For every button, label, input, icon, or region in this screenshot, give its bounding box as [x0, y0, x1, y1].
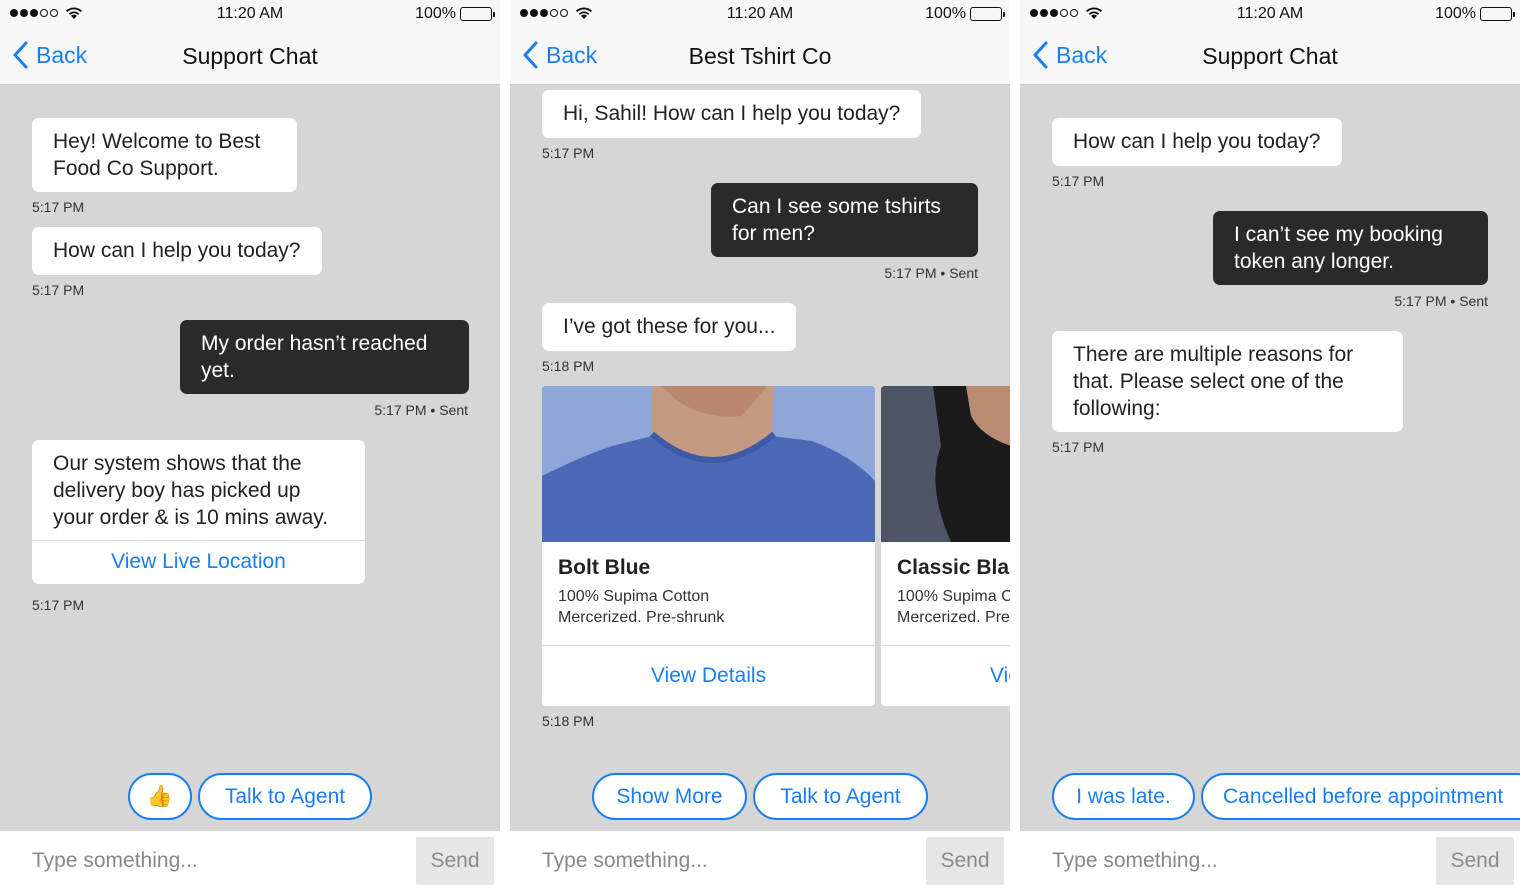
- bot-message: I’ve got these for you...: [542, 303, 797, 351]
- user-message: My order hasn’t reached yet.: [180, 320, 469, 394]
- battery-percent: 100%: [925, 5, 966, 22]
- view-details-button[interactable]: View Details: [881, 646, 1010, 688]
- product-description: 100% Supima Cotton Mercerized. Pre-shrun…: [897, 588, 1010, 626]
- status-bar: 11:20 AM 100%: [1020, 0, 1520, 28]
- product-name: Classic Black: [897, 556, 1010, 579]
- message-timestamp: 5:18 PM: [542, 713, 595, 729]
- show-more-chip[interactable]: Show More: [592, 773, 747, 820]
- product-name: Bolt Blue: [558, 556, 651, 579]
- message-input[interactable]: [1020, 831, 1430, 890]
- chat-title: Support Chat: [1202, 43, 1338, 69]
- battery-indicator: 100%: [1435, 5, 1515, 23]
- bot-message: There are multiple reasons for that. Ple…: [1052, 331, 1403, 432]
- send-button[interactable]: Send: [1436, 837, 1514, 885]
- bot-message: How can I help you today?: [32, 227, 322, 275]
- nav-bar: Back Support Chat: [1020, 28, 1520, 85]
- product-card[interactable]: Classic Black 100% Supima Cotton Merceri…: [881, 386, 1010, 706]
- user-message: Can I see some tshirts for men?: [711, 183, 978, 257]
- bot-message: Hi, Sahil! How can I help you today?: [542, 90, 922, 138]
- message-timestamp: 5:17 PM: [32, 199, 85, 215]
- send-button[interactable]: Send: [926, 837, 1004, 885]
- battery-icon: [1480, 7, 1515, 21]
- thumbs-up-icon: 👍: [146, 784, 174, 808]
- battery-percent: 100%: [415, 5, 456, 22]
- battery-indicator: 100%: [415, 5, 495, 23]
- product-image-bolt-blue: [542, 386, 875, 542]
- message-timestamp-sent: 5:17 PM • Sent: [1394, 293, 1488, 309]
- talk-to-agent-chip[interactable]: Talk to Agent: [198, 773, 372, 820]
- message-timestamp-sent: 5:17 PM • Sent: [374, 402, 468, 418]
- view-details-button[interactable]: View Details: [542, 646, 875, 688]
- tshirt-photo-blue: [542, 386, 875, 542]
- battery-indicator: 100%: [925, 5, 1005, 23]
- battery-icon: [970, 7, 1005, 21]
- view-live-location-button[interactable]: View Live Location: [32, 541, 365, 584]
- talk-to-agent-chip[interactable]: Talk to Agent: [753, 773, 928, 820]
- nav-bar: Back Best Tshirt Co: [510, 28, 1010, 85]
- message-timestamp: 5:17 PM: [32, 282, 85, 298]
- battery-percent: 100%: [1435, 5, 1476, 22]
- i-was-late-chip[interactable]: I was late.: [1052, 773, 1195, 820]
- chat-title: Best Tshirt Co: [688, 43, 832, 69]
- chat-title: Support Chat: [182, 43, 318, 69]
- user-message: I can’t see my booking token any longer.: [1213, 211, 1488, 285]
- message-composer: Send: [0, 831, 500, 890]
- message-composer: Send: [1020, 831, 1520, 890]
- message-input[interactable]: [510, 831, 920, 890]
- message-timestamp-sent: 5:17 PM • Sent: [884, 265, 978, 281]
- cancelled-before-appointment-chip[interactable]: Cancelled before appointment: [1201, 773, 1520, 820]
- message-timestamp: 5:17 PM: [542, 145, 595, 161]
- thumbs-up-quick-reply[interactable]: 👍: [128, 773, 192, 820]
- status-bar: 11:20 AM 100%: [510, 0, 1010, 28]
- product-image-classic-black: [881, 386, 1010, 542]
- product-card[interactable]: Bolt Blue 100% Supima Cotton Mercerized.…: [542, 386, 875, 706]
- bot-message: How can I help you today?: [1052, 118, 1342, 166]
- phone-screen-tshirt-shop: 11:20 AM 100% Back Best Tshirt Co Hi, Sa…: [510, 0, 1010, 890]
- phone-screen-support-chat-1: 11:20 AM 100% Back Support Chat Hey! Wel…: [0, 0, 500, 890]
- status-bar: 11:20 AM 100%: [0, 0, 500, 28]
- nav-bar: Back Support Chat: [0, 28, 500, 85]
- message-timestamp: 5:17 PM: [32, 597, 85, 613]
- message-timestamp: 5:18 PM: [542, 358, 595, 374]
- message-timestamp: 5:17 PM: [1052, 173, 1105, 189]
- tshirt-photo-black: [881, 386, 1010, 542]
- message-input[interactable]: [0, 831, 410, 890]
- message-timestamp: 5:17 PM: [1052, 439, 1105, 455]
- bot-card-message: Our system shows that the delivery boy h…: [32, 440, 365, 584]
- message-composer: Send: [510, 831, 1010, 890]
- battery-icon: [460, 7, 495, 21]
- phone-screen-support-chat-2: 11:20 AM 100% Back Support Chat How can …: [1020, 0, 1520, 890]
- product-description: 100% Supima Cotton Mercerized. Pre-shrun…: [558, 588, 725, 626]
- card-text: Our system shows that the delivery boy h…: [32, 440, 365, 541]
- send-button[interactable]: Send: [416, 837, 494, 885]
- bot-message: Hey! Welcome to Best Food Co Support.: [32, 118, 297, 192]
